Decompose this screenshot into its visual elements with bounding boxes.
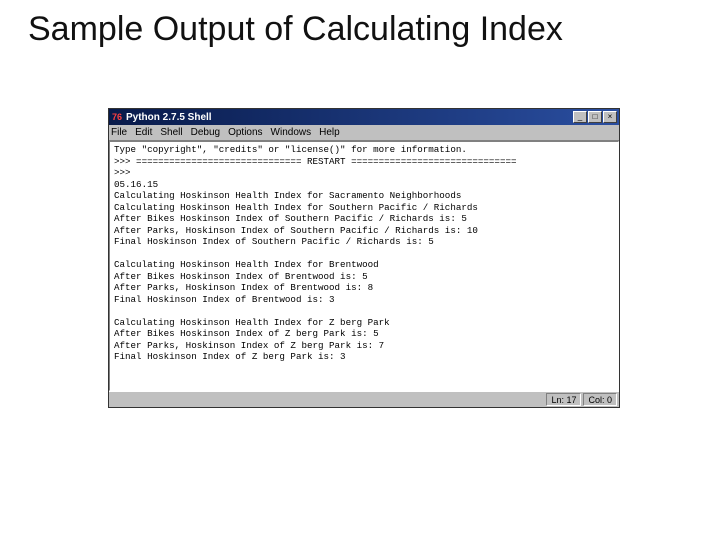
- terminal-line: Final Hoskinson Index of Z berg Park is:…: [114, 351, 614, 363]
- terminal-line: After Bikes Hoskinson Index of Brentwood…: [114, 271, 614, 283]
- terminal-line: >>>: [114, 167, 614, 179]
- window-title: Python 2.7.5 Shell: [126, 112, 572, 123]
- shell-window: 76 Python 2.7.5 Shell _ □ × File Edit Sh…: [108, 108, 620, 408]
- menu-edit[interactable]: Edit: [135, 127, 152, 138]
- maximize-button[interactable]: □: [588, 111, 602, 123]
- terminal-line: After Bikes Hoskinson Index of Southern …: [114, 213, 614, 225]
- terminal-line: Calculating Hoskinson Health Index for S…: [114, 202, 614, 214]
- terminal-line: After Bikes Hoskinson Index of Z berg Pa…: [114, 328, 614, 340]
- menu-file[interactable]: File: [111, 127, 127, 138]
- python-icon: 76: [111, 111, 123, 123]
- titlebar[interactable]: 76 Python 2.7.5 Shell _ □ ×: [109, 109, 619, 125]
- menubar: File Edit Shell Debug Options Windows He…: [109, 125, 619, 141]
- terminal-line: After Parks, Hoskinson Index of Southern…: [114, 225, 614, 237]
- menu-help[interactable]: Help: [319, 127, 340, 138]
- terminal-line: Type "copyright", "credits" or "license(…: [114, 144, 614, 156]
- menu-shell[interactable]: Shell: [160, 127, 182, 138]
- terminal-line: Final Hoskinson Index of Brentwood is: 3: [114, 294, 614, 306]
- terminal-line: Final Hoskinson Index of Southern Pacifi…: [114, 236, 614, 248]
- terminal-output[interactable]: Type "copyright", "credits" or "license(…: [109, 141, 619, 391]
- menu-options[interactable]: Options: [228, 127, 262, 138]
- status-col: Col: 0: [583, 393, 617, 406]
- terminal-line: [114, 363, 614, 375]
- menu-windows[interactable]: Windows: [271, 127, 312, 138]
- terminal-line: 05.16.15: [114, 179, 614, 191]
- terminal-line: [114, 248, 614, 260]
- terminal-line: Calculating Hoskinson Health Index for B…: [114, 259, 614, 271]
- terminal-line: After Parks, Hoskinson Index of Brentwoo…: [114, 282, 614, 294]
- terminal-line: [114, 305, 614, 317]
- statusbar: Ln: 17 Col: 0: [109, 391, 619, 407]
- minimize-button[interactable]: _: [573, 111, 587, 123]
- close-button[interactable]: ×: [603, 111, 617, 123]
- terminal-line: Calculating Hoskinson Health Index for S…: [114, 190, 614, 202]
- menu-debug[interactable]: Debug: [191, 127, 220, 138]
- terminal-line: Calculating Hoskinson Health Index for Z…: [114, 317, 614, 329]
- slide-title: Sample Output of Calculating Index: [28, 10, 563, 49]
- terminal-line: >>> ============================== RESTA…: [114, 156, 614, 168]
- status-ln: Ln: 17: [546, 393, 581, 406]
- terminal-line: After Parks, Hoskinson Index of Z berg P…: [114, 340, 614, 352]
